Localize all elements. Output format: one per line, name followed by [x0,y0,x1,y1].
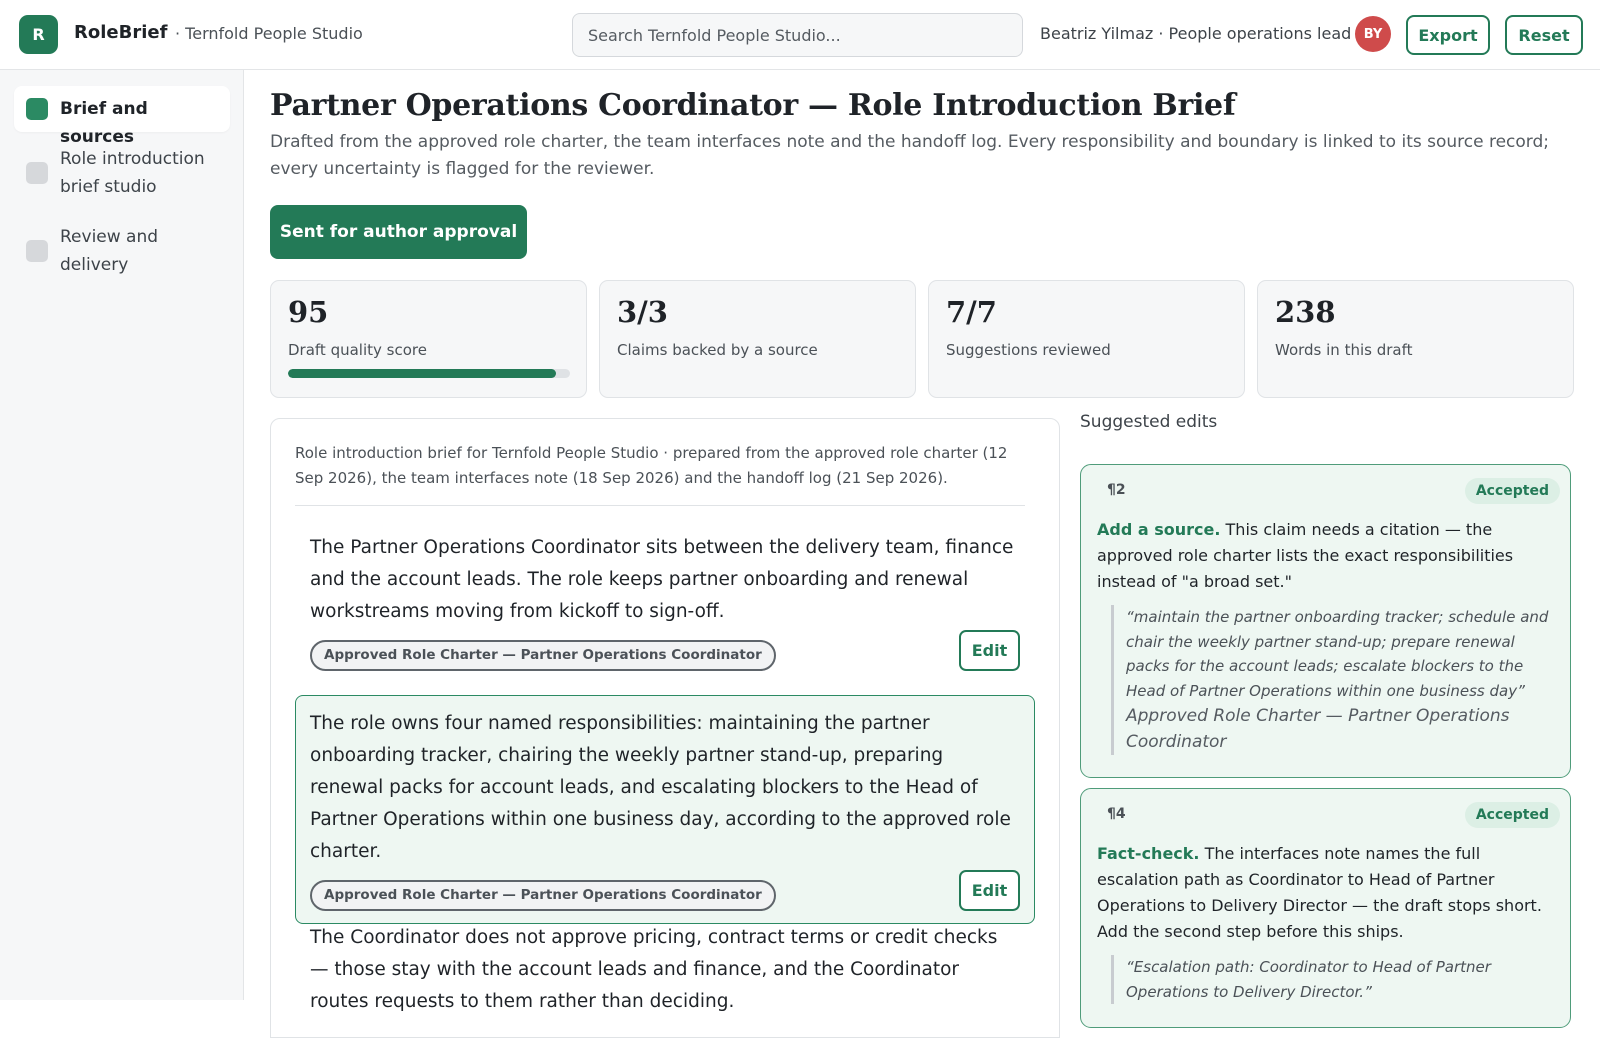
nav-dot-icon [26,240,48,262]
suggestion-card-2[interactable]: ¶4 Accepted Fact-check. The interfaces n… [1080,788,1571,1028]
stat-label: Draft quality score [288,341,427,359]
app-name: RoleBrief [74,22,168,43]
sidebar-item-label: Brief and sources [60,99,148,147]
source-chip[interactable]: Approved Role Charter — Partner Operatio… [310,880,776,911]
nav-dot-icon [26,98,48,120]
suggestion-body: Add a source. This claim needs a citatio… [1097,517,1554,595]
search-input[interactable] [572,13,1023,57]
source-chip[interactable]: Approved Role Charter — Partner Operatio… [310,640,776,671]
status-button[interactable]: Sent for author approval [270,205,527,259]
stat-label: Words in this draft [1275,341,1413,359]
reset-button[interactable]: Reset [1505,15,1583,55]
suggestion-body: Fact-check. The interfaces note names th… [1097,841,1554,945]
quote-text: “maintain the partner onboarding tracker… [1126,608,1549,700]
stat-label: Suggestions reviewed [946,341,1111,359]
edit-button[interactable]: Edit [959,870,1020,911]
paragraph-text: The role owns four named responsibilitie… [310,713,1011,862]
nav-dot-icon [26,162,48,184]
paragraph-text: The Partner Operations Coordinator sits … [310,537,1014,622]
stat-card-words: 238 Words in this draft [1257,280,1574,398]
sidebar-item-brief-and-sources[interactable]: Brief and sources [14,86,230,147]
top-bar: R RoleBrief · Ternfold People Studio Bea… [0,0,1600,70]
source-quote: “Escalation path: Coordinator to Head of… [1111,955,1554,1004]
paragraph-ref: ¶4 [1107,806,1126,822]
page-subtitle: Drafted from the approved role charter, … [270,132,1550,179]
quote-source: Approved Role Charter — Partner Operatio… [1126,706,1510,752]
stat-value: 3/3 [617,295,668,329]
brief-document: Role introduction brief for Ternfold Peo… [270,418,1060,1038]
app-logo[interactable]: R [19,15,58,54]
status-badge: Accepted [1464,478,1560,504]
sidebar-item-review-and-delivery[interactable]: Review and delivery [14,223,230,283]
document-meta: Role introduction brief for Ternfold Peo… [295,441,1025,506]
paragraph-2[interactable]: The role owns four named responsibilitie… [295,695,1035,924]
sidebar-item-label: Role introduction brief studio [60,149,205,197]
sidebar-item-label: Review and delivery [60,227,159,275]
status-badge: Accepted [1464,802,1560,828]
suggestion-kind: Add a source. [1097,520,1221,539]
paragraph-text: The Coordinator does not approve pricing… [310,927,998,1012]
stat-card-quality: 95 Draft quality score [270,280,587,398]
suggestion-kind: Fact-check. [1097,844,1200,863]
stat-value: 7/7 [946,295,997,329]
quality-progress-fill [288,369,556,378]
source-quote: “maintain the partner onboarding tracker… [1111,605,1554,755]
page-title: Partner Operations Coordinator — Role In… [270,88,1236,123]
export-button[interactable]: Export [1406,15,1490,55]
sidebar-item-role-introduction-brief-studio[interactable]: Role introduction brief studio [14,145,230,205]
workspace-name: · Ternfold People Studio [175,24,363,43]
main-content: Partner Operations Coordinator — Role In… [244,70,1600,1038]
avatar[interactable]: BY [1355,16,1391,52]
stat-label: Claims backed by a source [617,341,818,359]
edit-button[interactable]: Edit [959,630,1020,671]
paragraph-3[interactable]: The Coordinator does not approve pricing… [295,909,1035,1031]
paragraph-1[interactable]: The Partner Operations Coordinator sits … [295,519,1035,684]
paragraph-ref: ¶2 [1107,482,1126,498]
sidebar: Brief and sources Role introduction brie… [0,70,244,1000]
suggestion-card-1[interactable]: ¶2 Accepted Add a source. This claim nee… [1080,464,1571,778]
suggestions-title: Suggested edits [1080,412,1218,432]
quote-text: “Escalation path: Coordinator to Head of… [1126,958,1491,1001]
user-label: Beatriz Yilmaz · People operations lead [1040,24,1352,43]
stat-value: 95 [288,295,329,329]
stat-value: 238 [1275,295,1336,329]
stat-card-claims: 3/3 Claims backed by a source [599,280,916,398]
quality-progress-bar [288,369,570,378]
stat-card-suggestions: 7/7 Suggestions reviewed [928,280,1245,398]
